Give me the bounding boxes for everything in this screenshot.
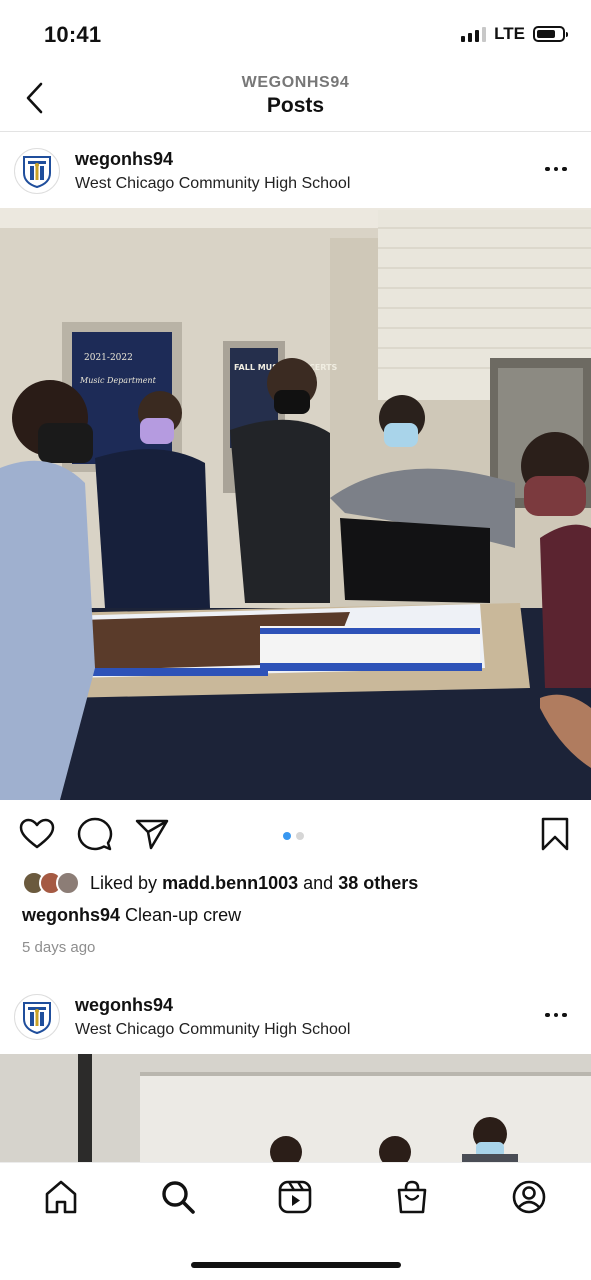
school-logo-icon [23,1002,51,1035]
more-options-button[interactable] [541,1000,571,1030]
post-image[interactable] [0,1054,591,1162]
post-location[interactable]: West Chicago Community High School [75,175,350,193]
header-titles: WEGONHS94 Posts [0,74,591,118]
more-horizontal-icon [545,1012,567,1018]
avatar [56,871,80,895]
save-button[interactable] [537,816,573,852]
liked-by-prefix: Liked by [90,872,158,893]
shopping-bag-icon [397,1180,427,1214]
bookmark-icon [541,817,569,851]
home-icon [45,1180,77,1214]
status-bar: 10:41 LTE [0,0,591,62]
post-image[interactable]: 2021-2022 Music Department FALL MUSIC CO… [0,208,591,800]
post-username[interactable]: wegonhs94 [75,149,173,170]
battery-icon [533,26,568,42]
paper-plane-icon [135,819,169,850]
post-timestamp: 5 days ago [22,939,96,956]
bottom-nav [0,1162,591,1280]
avatar[interactable] [14,148,60,194]
likes-row[interactable]: Liked by madd.benn1003 and 38 others [22,867,418,899]
heart-icon [19,818,55,849]
post-username[interactable]: wegonhs94 [75,995,173,1016]
school-logo-icon [23,156,51,189]
poster-year: 2021-2022 [84,353,133,363]
nav-reels[interactable] [277,1179,313,1215]
search-icon [162,1181,195,1214]
carousel-dot [296,832,304,840]
status-indicators: LTE [461,24,568,44]
liked-by-user[interactable]: madd.benn1003 [162,873,298,894]
photo-illustration [0,1054,591,1162]
top-header: WEGONHS94 Posts [0,62,591,132]
poster-department: Music Department [79,376,157,385]
more-options-button[interactable] [541,154,571,184]
signal-icon [461,26,487,42]
share-button[interactable] [134,816,170,852]
post-caption: wegonhs94 Clean-up crew [22,905,241,926]
photo-illustration: 2021-2022 Music Department FALL MUSIC CO… [0,208,591,800]
home-indicator[interactable] [191,1262,401,1268]
network-label: LTE [494,24,525,43]
comment-icon [77,817,113,851]
comment-button[interactable] [77,816,113,852]
liker-avatars [22,871,80,895]
caption-username[interactable]: wegonhs94 [22,905,120,925]
status-time: 10:41 [44,22,102,47]
page-title: Posts [266,94,325,117]
profile-icon [512,1180,546,1214]
header-account: WEGONHS94 [241,74,350,91]
nav-profile[interactable] [511,1179,547,1215]
carousel-dot [283,832,291,840]
like-button[interactable] [19,816,55,852]
avatar[interactable] [14,994,60,1040]
post-location[interactable]: West Chicago Community High School [75,1021,350,1039]
liked-by-and: and [303,872,334,893]
nav-search[interactable] [160,1179,196,1215]
caption-text: Clean-up crew [125,905,242,925]
carousel-indicator [283,832,304,840]
nav-home[interactable] [43,1179,79,1215]
nav-shop[interactable] [394,1179,430,1215]
reels-icon [278,1180,312,1214]
post-actions [0,802,591,866]
post-header: wegonhs94 West Chicago Community High Sc… [0,132,591,208]
liked-by-others[interactable]: 38 others [338,873,418,894]
more-horizontal-icon [545,166,567,172]
post-header: wegonhs94 West Chicago Community High Sc… [0,978,591,1054]
battery-level [537,30,555,38]
